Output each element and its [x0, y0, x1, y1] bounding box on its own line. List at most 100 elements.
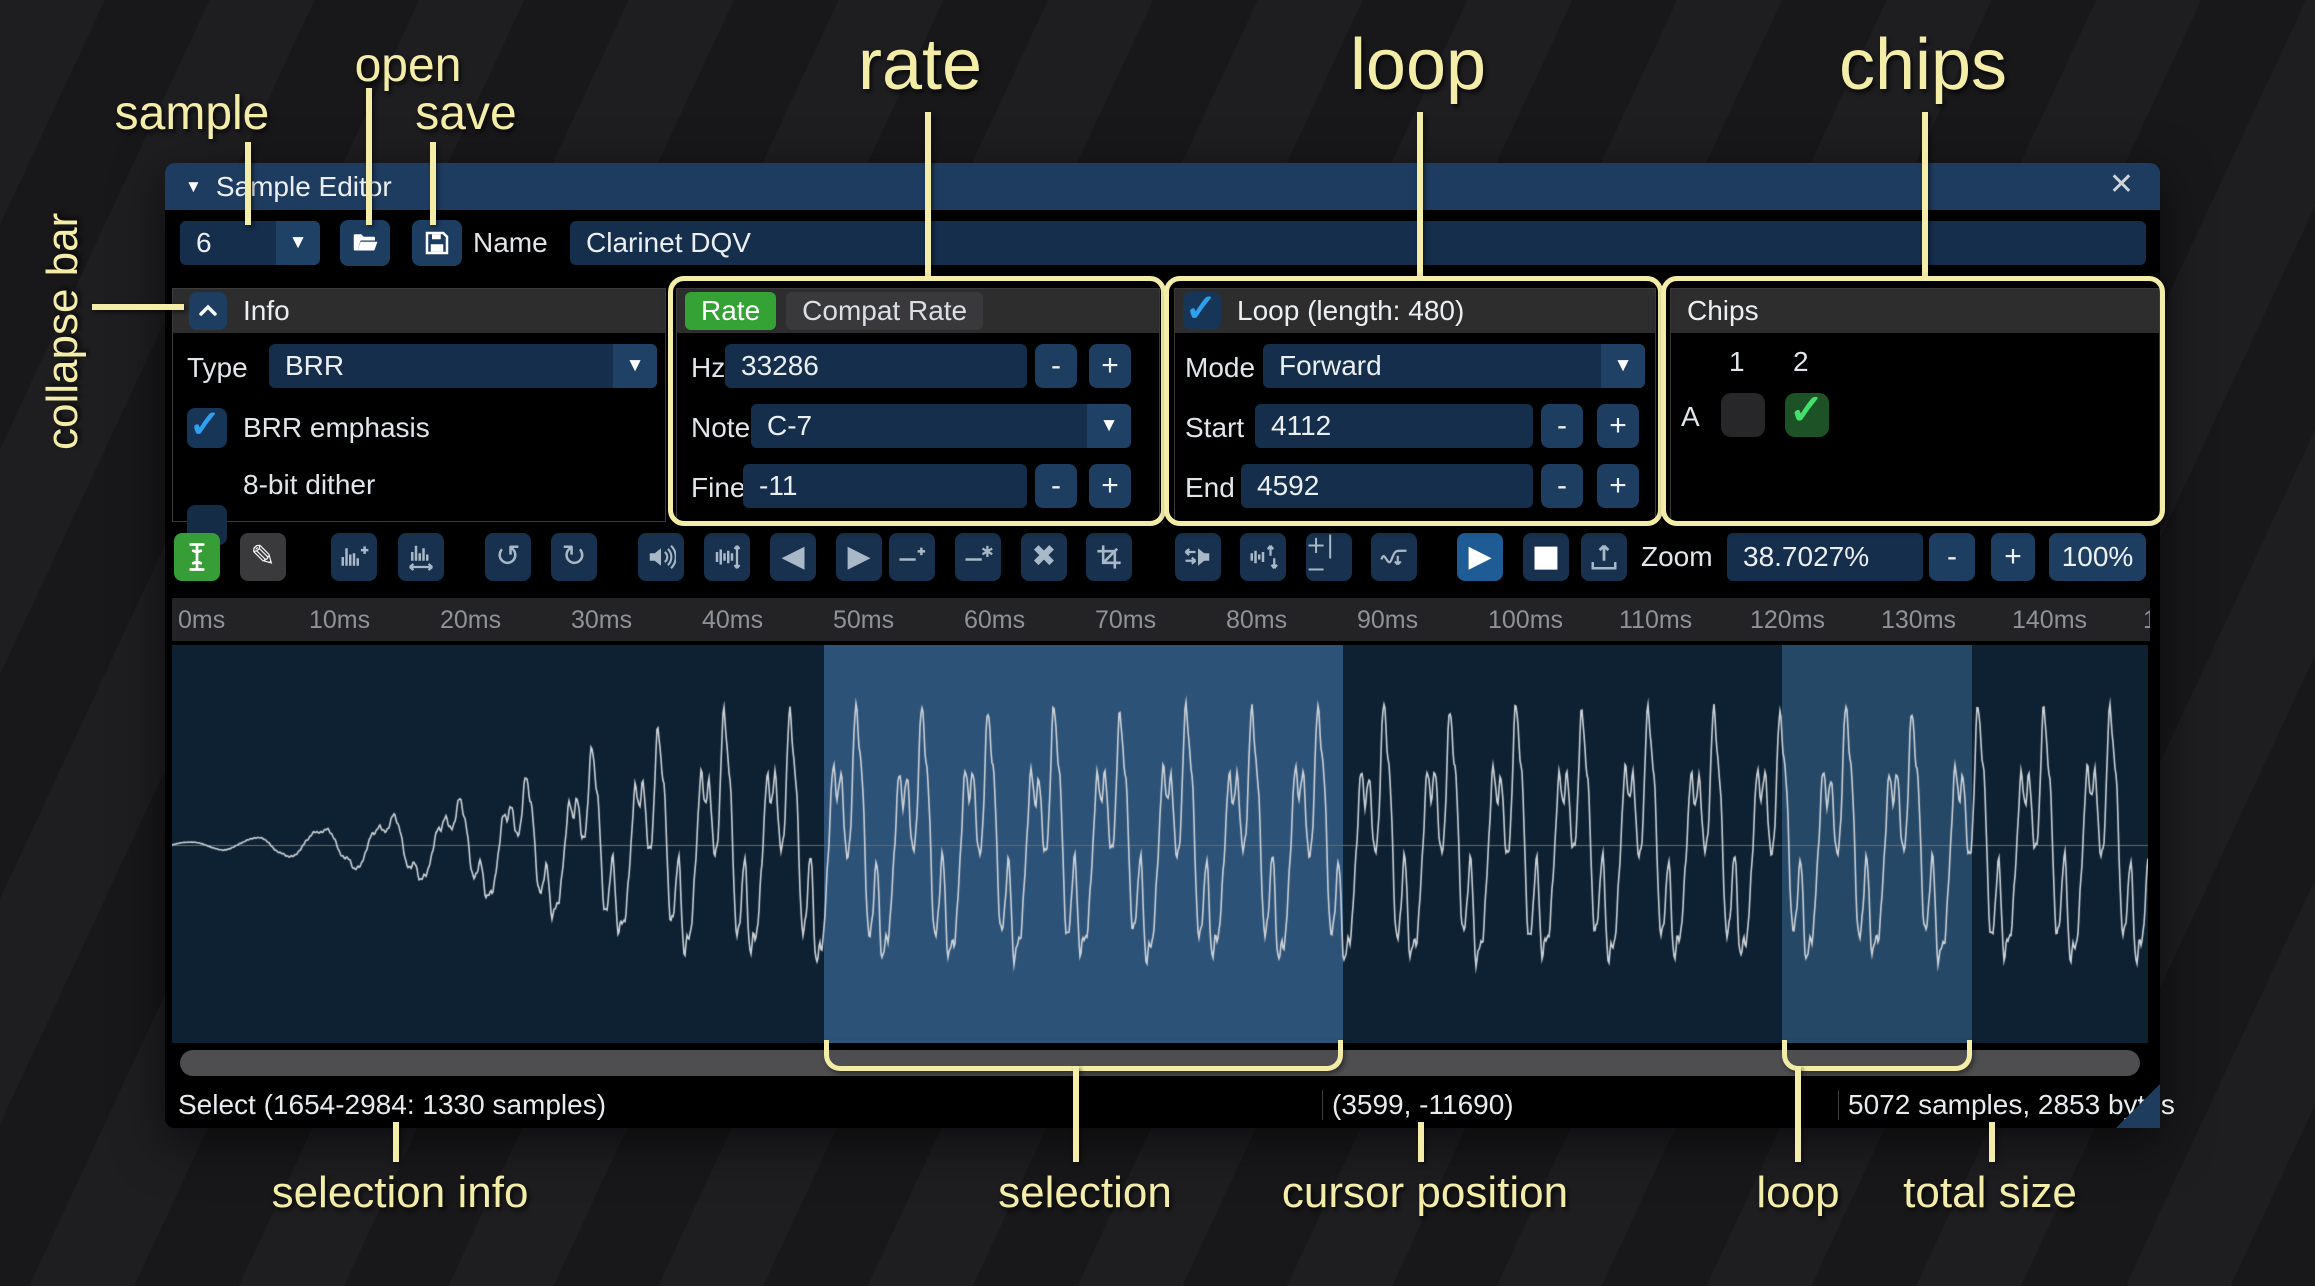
chips-panel: Chips 1 2 A ✓	[1670, 288, 2160, 522]
sample-selector-value: 6	[180, 227, 212, 259]
annotation-line-rate	[925, 112, 931, 278]
filter-button[interactable]	[1371, 533, 1417, 581]
annotation-sample: sample	[115, 86, 270, 141]
close-icon[interactable]: ✕	[2109, 167, 2134, 202]
tab-rate[interactable]: Rate	[685, 292, 776, 330]
trim-button[interactable]	[1086, 533, 1132, 581]
sample-selector[interactable]: 6 ▼	[180, 221, 320, 265]
chevron-down-icon[interactable]: ▼	[613, 344, 657, 388]
loop-end-input[interactable]: 4592	[1241, 464, 1533, 508]
note-dropdown[interactable]: C-7 ▼	[751, 404, 1131, 448]
chevron-down-icon[interactable]: ▼	[1601, 344, 1645, 388]
fine-label: Fine	[691, 466, 745, 510]
hz-minus-button[interactable]: -	[1035, 344, 1077, 388]
loop-start-plus-button[interactable]: +	[1597, 404, 1639, 448]
normalize-button[interactable]	[704, 533, 750, 581]
hz-value: 33286	[725, 350, 819, 382]
window-collapse-icon[interactable]: ▼	[185, 177, 202, 197]
amplify-button[interactable]	[638, 533, 684, 581]
pencil-icon: ✎	[250, 542, 275, 572]
stop-preview-button[interactable]: ■	[1523, 533, 1569, 581]
chips-row-label: A	[1681, 395, 1700, 439]
fine-plus-button[interactable]: +	[1089, 464, 1131, 508]
zoom-out-button[interactable]: -	[1929, 533, 1975, 581]
hz-input[interactable]: 33286	[725, 344, 1027, 388]
ruler-tick: 50ms	[833, 606, 894, 635]
loop-enable-checkbox[interactable]: ✓	[1183, 292, 1221, 330]
resize-button[interactable]	[331, 533, 377, 581]
type-dropdown[interactable]: BRR ▼	[269, 344, 657, 388]
info-panel: Info Type BRR ▼ ✓ BRR emphasis ✓ 8-bit d…	[172, 288, 666, 522]
waveform-display[interactable]	[172, 645, 2148, 1043]
speaker-icon	[646, 542, 676, 572]
fade-out-button[interactable]: ▶	[836, 533, 882, 581]
title-bar: ▼ Sample Editor ✕	[165, 163, 2160, 210]
zoom-in-button[interactable]: +	[1991, 533, 2035, 581]
undo-button[interactable]: ↺	[485, 533, 531, 581]
invert-button[interactable]	[1240, 533, 1286, 581]
annotation-loop-bottom: loop	[1756, 1168, 1839, 1218]
loop-end-minus-button[interactable]: -	[1541, 464, 1583, 508]
annotation-line-selection-info	[393, 1122, 399, 1162]
apply-silence-button[interactable]	[955, 533, 1001, 581]
annotation-selection: selection	[998, 1168, 1172, 1218]
upload-sample-button[interactable]	[1581, 533, 1627, 581]
waveform-plus-icon	[339, 542, 369, 572]
preview-button[interactable]: ▶	[1457, 533, 1503, 581]
zoom-reset-button[interactable]: 100%	[2049, 533, 2146, 581]
fine-value: -11	[743, 470, 797, 502]
fine-input[interactable]: -11	[743, 464, 1027, 508]
waveform-stretch-icon	[406, 542, 436, 572]
save-button[interactable]	[412, 220, 462, 266]
loop-panel-title: Loop (length: 480)	[1237, 295, 1464, 327]
open-button[interactable]	[340, 220, 390, 266]
i-beam-cursor-icon	[184, 542, 210, 572]
annotation-line-loop-bottom	[1795, 1066, 1801, 1162]
fade-in-button[interactable]: ◀	[770, 533, 816, 581]
ruler-tick: 10ms	[309, 606, 370, 635]
redo-button[interactable]: ↻	[551, 533, 597, 581]
loop-start-minus-button[interactable]: -	[1541, 404, 1583, 448]
dither-label: 8-bit dither	[243, 463, 375, 507]
time-ruler: 0ms10ms20ms30ms40ms50ms60ms70ms80ms90ms1…	[172, 598, 2150, 641]
mode-label: Mode	[1185, 346, 1255, 390]
hz-plus-button[interactable]: +	[1089, 344, 1131, 388]
brr-emphasis-checkbox[interactable]: ✓	[187, 408, 227, 448]
chip-1-checkbox[interactable]	[1721, 393, 1765, 437]
delete-button[interactable]: ✖	[1021, 533, 1067, 581]
draw-mode-button[interactable]: ✎	[240, 533, 286, 581]
mode-value: Forward	[1263, 350, 1382, 382]
edit-mode-button[interactable]	[174, 533, 220, 581]
waveform-canvas[interactable]	[172, 645, 2148, 1043]
chip-2-checkbox[interactable]: ✓	[1785, 393, 1829, 437]
annotation-line-selection	[1073, 1066, 1079, 1162]
fade-out-icon: ▶	[847, 542, 870, 572]
reverse-button[interactable]	[1175, 533, 1221, 581]
chips-panel-title: Chips	[1687, 295, 1759, 327]
tab-compat-rate[interactable]: Compat Rate	[786, 292, 983, 330]
chevron-down-icon[interactable]: ▼	[276, 221, 320, 265]
ruler-tick: 60ms	[964, 606, 1025, 635]
annotation-line-cursor-position	[1418, 1122, 1424, 1162]
window-resize-grip[interactable]	[2116, 1084, 2160, 1128]
annotation-line-loop	[1417, 112, 1423, 278]
name-value: Clarinet DQV	[570, 227, 751, 259]
annotation-line-collapse-bar	[92, 304, 184, 310]
annotation-loop: loop	[1350, 24, 1486, 106]
loop-end-plus-button[interactable]: +	[1597, 464, 1639, 508]
name-input[interactable]: Clarinet DQV	[570, 221, 2146, 265]
crop-icon	[1095, 543, 1123, 571]
ruler-tick: 150ms	[2143, 606, 2150, 635]
fine-minus-button[interactable]: -	[1035, 464, 1077, 508]
signed-unsigned-button[interactable]: +|−	[1306, 533, 1352, 581]
mode-dropdown[interactable]: Forward ▼	[1263, 344, 1645, 388]
collapse-bar-button[interactable]	[189, 292, 227, 330]
zoom-input[interactable]: 38.7027%	[1727, 533, 1923, 581]
annotation-line-sample	[245, 142, 251, 225]
annotation-line-open	[366, 88, 372, 225]
chevron-down-icon[interactable]: ▼	[1087, 404, 1131, 448]
chips-col-2: 2	[1793, 345, 1809, 379]
loop-start-input[interactable]: 4112	[1255, 404, 1533, 448]
resample-button[interactable]	[398, 533, 444, 581]
insert-silence-button[interactable]	[889, 533, 935, 581]
